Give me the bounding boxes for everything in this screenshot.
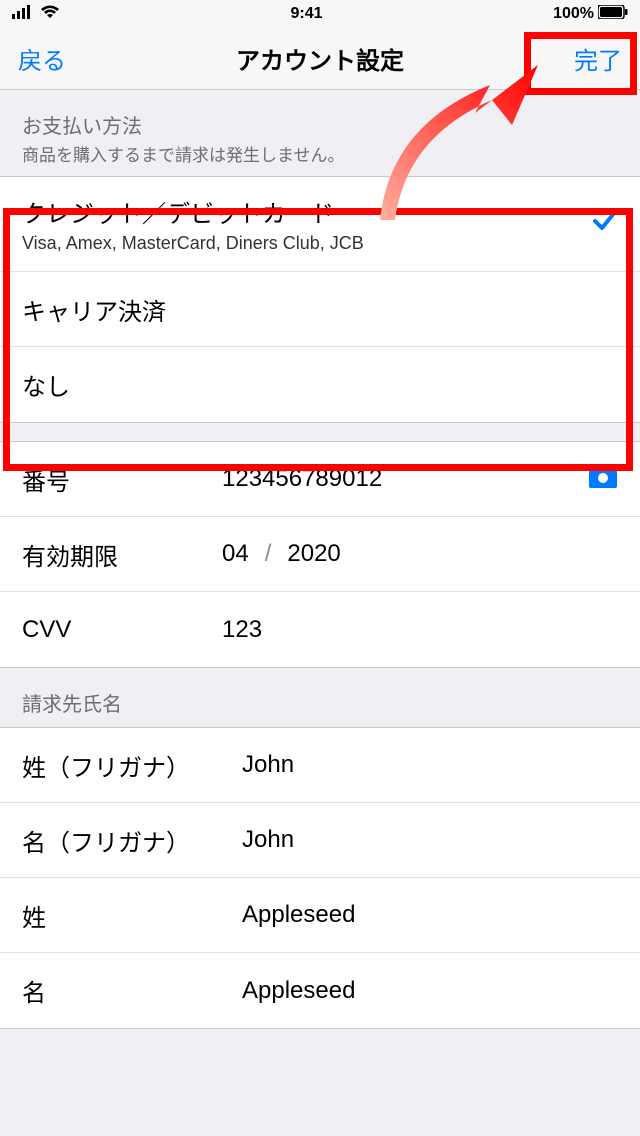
checkmark-icon — [592, 207, 618, 241]
done-button[interactable]: 完了 — [574, 41, 622, 76]
field-label: 姓（フリガナ） — [22, 748, 242, 783]
section-subtitle: 商品を購入するまで請求は発生しません。 — [22, 141, 618, 166]
cvv-value[interactable]: 123 — [222, 616, 618, 644]
option-label: キャリア決済 — [22, 292, 618, 327]
field-value[interactable]: Appleseed — [242, 901, 618, 929]
payment-option-credit-card[interactable]: クレジット／デビットカード Visa, Amex, MasterCard, Di… — [0, 177, 640, 272]
card-details-list: 番号 123456789012 有効期限 04 / 2020 CVV 123 — [0, 441, 640, 668]
page-title: アカウント設定 — [236, 41, 404, 76]
billing-row-lastname-kana[interactable]: 姓（フリガナ） John — [0, 728, 640, 803]
payment-option-carrier[interactable]: キャリア決済 — [0, 272, 640, 347]
option-sublabel: Visa, Amex, MasterCard, Diners Club, JCB — [22, 233, 592, 254]
field-label: 名 — [22, 973, 242, 1008]
field-value[interactable]: Appleseed — [242, 977, 618, 1005]
status-bar: 9:41 100% — [0, 0, 640, 28]
expiry-year[interactable]: 2020 — [287, 540, 340, 568]
card-expiry-row[interactable]: 有効期限 04 / 2020 — [0, 517, 640, 592]
field-label: 番号 — [22, 462, 222, 497]
billing-name-header: 請求先氏名 — [0, 668, 640, 727]
card-number-value[interactable]: 123456789012 — [222, 465, 588, 493]
wifi-icon — [40, 5, 60, 24]
camera-icon[interactable] — [588, 465, 618, 494]
billing-row-firstname[interactable]: 名 Appleseed — [0, 953, 640, 1028]
billing-row-firstname-kana[interactable]: 名（フリガナ） John — [0, 803, 640, 878]
billing-name-list: 姓（フリガナ） John 名（フリガナ） John 姓 Appleseed 名 … — [0, 727, 640, 1029]
nav-bar: 戻る アカウント設定 完了 — [0, 28, 640, 90]
section-title: お支払い方法 — [22, 110, 618, 139]
field-label: 姓 — [22, 898, 242, 933]
field-label: 有効期限 — [22, 537, 222, 572]
expiry-month[interactable]: 04 — [222, 540, 249, 568]
battery-icon — [598, 5, 628, 24]
field-label: 名（フリガナ） — [22, 823, 242, 858]
status-time: 9:41 — [291, 5, 323, 23]
payment-option-none[interactable]: なし — [0, 347, 640, 422]
option-label: クレジット／デビットカード — [22, 194, 592, 229]
billing-row-lastname[interactable]: 姓 Appleseed — [0, 878, 640, 953]
payment-method-header: お支払い方法 商品を購入するまで請求は発生しません。 — [0, 90, 640, 176]
field-label: CVV — [22, 616, 222, 644]
expiry-separator: / — [265, 540, 272, 568]
field-value[interactable]: John — [242, 751, 618, 779]
field-value[interactable]: John — [242, 826, 618, 854]
option-label: なし — [22, 367, 618, 402]
signal-icon — [12, 5, 34, 24]
section-title: 請求先氏名 — [22, 688, 618, 717]
card-number-row[interactable]: 番号 123456789012 — [0, 442, 640, 517]
card-cvv-row[interactable]: CVV 123 — [0, 592, 640, 667]
back-button[interactable]: 戻る — [18, 41, 66, 76]
battery-percent: 100% — [553, 5, 594, 23]
payment-options-list: クレジット／デビットカード Visa, Amex, MasterCard, Di… — [0, 176, 640, 423]
